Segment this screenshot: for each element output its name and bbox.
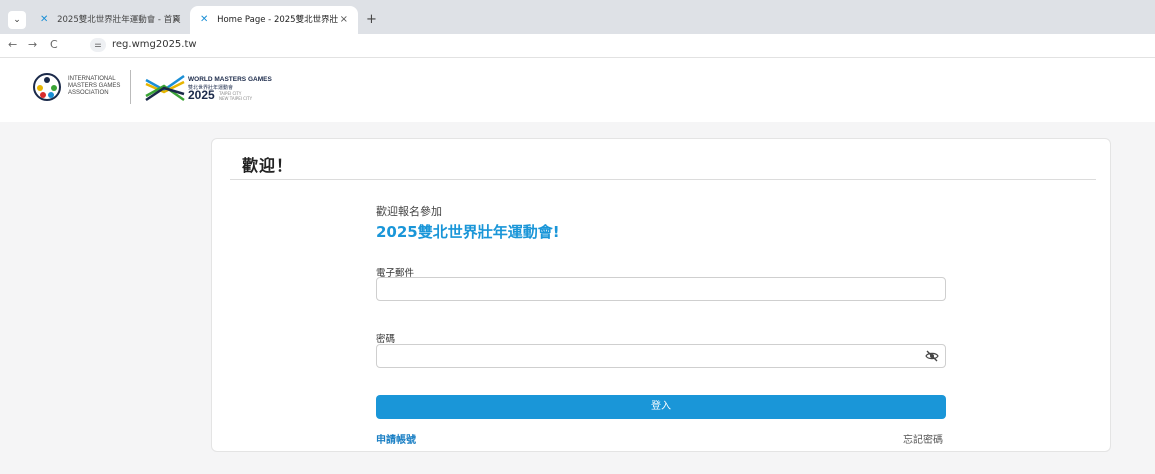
- imga-wordmark: INTERNATIONAL MASTERS GAMES ASSOCIATION: [68, 76, 120, 97]
- tab-search-chevron-icon[interactable]: ⌄: [8, 11, 26, 29]
- tab-title: 2025雙北世界壯年運動會 - 首頁: [57, 15, 181, 25]
- password-label: 密碼: [376, 334, 396, 345]
- email-field[interactable]: [376, 277, 946, 301]
- imga-line: MASTERS GAMES: [68, 83, 121, 89]
- imga-line: INTERNATIONAL: [68, 76, 116, 82]
- eye-slash-icon[interactable]: [925, 349, 939, 363]
- wmg-title: WORLD MASTERS GAMES: [188, 76, 272, 83]
- site-header: INTERNATIONAL MASTERS GAMES ASSOCIATION …: [0, 58, 1155, 122]
- welcome-text: 歡迎報名參加: [376, 205, 442, 218]
- wmg-year: 2025: [188, 88, 215, 102]
- login-button[interactable]: 登入: [376, 395, 946, 419]
- url-text[interactable]: reg.wmg2025.tw: [112, 39, 197, 50]
- wmg-favicon-icon: ✕: [200, 14, 209, 25]
- password-field[interactable]: [376, 344, 946, 368]
- title-divider: [230, 179, 1096, 180]
- back-arrow-icon[interactable]: ←: [8, 38, 17, 51]
- tab-title: Home Page - 2025雙北世界壯: [217, 15, 339, 25]
- forward-arrow-icon[interactable]: →: [28, 38, 37, 51]
- browser-tab-strip: ⌄ ✕ 2025雙北世界壯年運動會 - 首頁 × ✕ Home Page - 2…: [0, 0, 1155, 34]
- wmg-favicon-icon: ✕: [40, 14, 49, 25]
- address-bar: ← → C ⚌ reg.wmg2025.tw: [0, 34, 1155, 58]
- event-title: 2025雙北世界壯年運動會!: [376, 223, 560, 241]
- logo-divider: [130, 70, 131, 104]
- wmg-city: NEW TAIPEI CITY: [219, 95, 253, 101]
- page-title: 歡迎！: [242, 156, 294, 175]
- browser-tab-home-zh[interactable]: ✕ 2025雙北世界壯年運動會 - 首頁 ×: [30, 6, 190, 34]
- login-card: 歡迎！ 歡迎報名參加 2025雙北世界壯年運動會! 電子郵件 密碼 登入 申請帳…: [211, 138, 1111, 452]
- browser-tab-home-en[interactable]: ✕ Home Page - 2025雙北世界壯 ×: [190, 6, 358, 34]
- tab-close-icon[interactable]: ×: [172, 6, 180, 34]
- wmg-logo-icon: [145, 74, 185, 102]
- wmg-cities: TAIPEI CITY NEW TAIPEI CITY: [219, 91, 253, 101]
- site-info-icon[interactable]: ⚌: [90, 38, 106, 52]
- reload-icon[interactable]: C: [50, 38, 58, 51]
- new-tab-button[interactable]: +: [366, 12, 377, 27]
- register-link[interactable]: 申請帳號: [376, 431, 416, 446]
- imga-logo-icon: [33, 73, 61, 101]
- forgot-password-link[interactable]: 忘記密碼: [903, 431, 943, 446]
- tab-close-icon[interactable]: ×: [340, 6, 348, 34]
- imga-line: ASSOCIATION: [68, 90, 109, 96]
